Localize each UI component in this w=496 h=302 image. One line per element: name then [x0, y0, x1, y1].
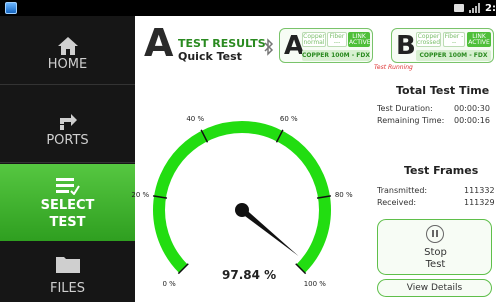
sidebar-item-label: FILES: [49, 281, 86, 296]
test-status: Test Running: [374, 64, 413, 71]
status-icons: 2:: [454, 0, 496, 16]
page-title: TEST RESULTS: [178, 37, 266, 50]
test-duration-value: 00:00:30: [454, 104, 490, 113]
sidebar-item-label: HOME: [47, 57, 88, 72]
status-time: 2:: [485, 2, 496, 14]
copper-status: Copper normal: [302, 32, 326, 47]
gauge-tick-label: 60 %: [280, 115, 298, 123]
sidebar-item-home[interactable]: HOME: [0, 16, 135, 84]
test-duration-row: Test Duration: 00:00:30: [377, 104, 496, 113]
sidebar-item-files[interactable]: FILES: [0, 244, 135, 302]
transmitted-row: Transmitted: 111332: [377, 186, 496, 195]
gauge-needle: [240, 207, 299, 257]
port-b-status[interactable]: B Copper crossed Fiber --- LINK ACTIVE C…: [391, 28, 494, 63]
link-speed: COPPER 100M - FDX: [416, 50, 491, 61]
test-duration-label: Test Duration:: [377, 104, 433, 113]
stop-test-label-line2: Test: [425, 259, 446, 270]
app-icon: [5, 2, 17, 14]
ports-icon: [59, 114, 77, 130]
received-row: Received: 111329: [377, 198, 496, 207]
port-a-status[interactable]: A Copper normal Fiber --- LINK ACTIVE CO…: [279, 28, 373, 63]
gauge-tick-label: 100 %: [304, 280, 327, 288]
copper-status: Copper crossed: [416, 32, 441, 47]
gauge-tick-label: 20 %: [131, 191, 149, 199]
sidebar-item-label: PORTS: [46, 133, 89, 148]
status-bar: 2:: [0, 0, 496, 16]
remaining-time-value: 00:00:16: [454, 116, 490, 125]
received-label: Received:: [377, 198, 417, 207]
gauge-tick-label: 0 %: [162, 280, 176, 288]
sidebar: HOME PORTS SELECT TEST FILES: [0, 16, 135, 302]
stop-test-button[interactable]: Stop Test: [377, 219, 492, 275]
page-subtitle: Quick Test: [178, 50, 242, 63]
folder-icon: [55, 257, 80, 273]
port-letter: B: [396, 31, 416, 61]
link-status: LINK ACTIVE: [348, 32, 371, 47]
home-icon: [57, 37, 78, 55]
view-details-button[interactable]: View Details: [377, 279, 492, 297]
transmitted-value: 111332: [464, 186, 495, 195]
pause-icon: [426, 225, 444, 243]
port-letter: A: [144, 21, 174, 65]
notification-icon: [454, 4, 465, 12]
sidebar-item-select-test[interactable]: SELECT TEST: [0, 164, 135, 241]
fiber-status: Fiber ---: [327, 32, 347, 47]
link-speed: COPPER 100M - FDX: [302, 50, 370, 61]
gauge-value: 97.84 %: [222, 268, 277, 282]
transmitted-label: Transmitted:: [377, 186, 428, 195]
gauge-tick-label: 40 %: [186, 115, 204, 123]
link-status: LINK ACTIVE: [467, 32, 491, 47]
sidebar-item-label-line1: SELECT: [40, 198, 95, 213]
test-frames-title: Test Frames: [404, 164, 479, 177]
gauge-hub: [235, 203, 249, 217]
sidebar-item-ports[interactable]: PORTS: [0, 88, 135, 162]
app-window: 2: HOME PORTS SELECT TEST FILES A TEST R…: [0, 0, 496, 302]
total-test-time-title: Total Test Time: [396, 84, 490, 97]
stop-test-label-line1: Stop: [424, 247, 447, 258]
select-test-icon: [55, 178, 80, 195]
bluetooth-icon: [264, 38, 274, 56]
remaining-time-row: Remaining Time: 00:00:16: [377, 116, 496, 125]
received-value: 111329: [464, 198, 495, 207]
gauge-arc: [153, 121, 331, 273]
fiber-status: Fiber ---: [443, 32, 465, 47]
remaining-time-label: Remaining Time:: [377, 116, 445, 125]
sidebar-item-label-line2: TEST: [49, 215, 86, 230]
signal-icon: [469, 3, 481, 13]
gauge-tick-label: 80 %: [335, 191, 353, 199]
